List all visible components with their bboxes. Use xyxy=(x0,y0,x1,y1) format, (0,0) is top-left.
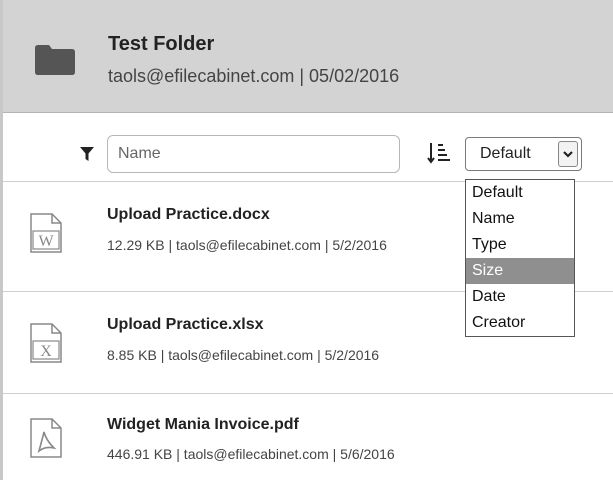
folder-subtitle: taols@efilecabinet.com | 05/02/2016 xyxy=(108,66,400,86)
filter-icon[interactable] xyxy=(80,147,94,161)
folder-icon xyxy=(35,45,75,75)
word-document-icon: W xyxy=(30,213,62,253)
file-meta: 12.29 KB | taols@efilecabinet.com | 5/2/… xyxy=(107,237,387,253)
svg-text:X: X xyxy=(40,343,52,360)
sort-option-size[interactable]: Size xyxy=(466,258,574,284)
sort-option-default[interactable]: Default xyxy=(466,180,574,206)
file-meta: 8.85 KB | taols@efilecabinet.com | 5/2/2… xyxy=(107,347,380,363)
sort-option-name[interactable]: Name xyxy=(466,206,574,232)
folder-title: Test Folder xyxy=(108,33,215,55)
file-name: Upload Practice.docx xyxy=(107,206,270,223)
file-name: Widget Mania Invoice.pdf xyxy=(107,416,299,433)
excel-document-icon: X xyxy=(30,323,62,363)
sort-options-dropdown: Default Name Type Size Date Creator xyxy=(465,179,575,337)
file-meta: 446.91 KB | taols@efilecabinet.com | 5/6… xyxy=(107,446,395,462)
sort-option-date[interactable]: Date xyxy=(466,284,574,310)
sort-order-icon[interactable] xyxy=(427,142,451,164)
sort-option-type[interactable]: Type xyxy=(466,232,574,258)
file-row[interactable]: Widget Mania Invoice.pdf 446.91 KB | tao… xyxy=(3,393,613,480)
folder-header[interactable]: Test Folder taols@efilecabinet.com | 05/… xyxy=(3,0,613,113)
file-name: Upload Practice.xlsx xyxy=(107,316,264,333)
sort-select-value: Default xyxy=(480,145,531,162)
svg-text:W: W xyxy=(38,233,54,250)
name-filter-input[interactable] xyxy=(107,135,400,173)
sort-select[interactable]: Default xyxy=(465,137,582,171)
sort-option-creator[interactable]: Creator xyxy=(466,310,574,336)
chevron-down-icon xyxy=(563,151,573,158)
select-arrow[interactable] xyxy=(558,141,578,167)
pdf-document-icon xyxy=(30,418,62,458)
